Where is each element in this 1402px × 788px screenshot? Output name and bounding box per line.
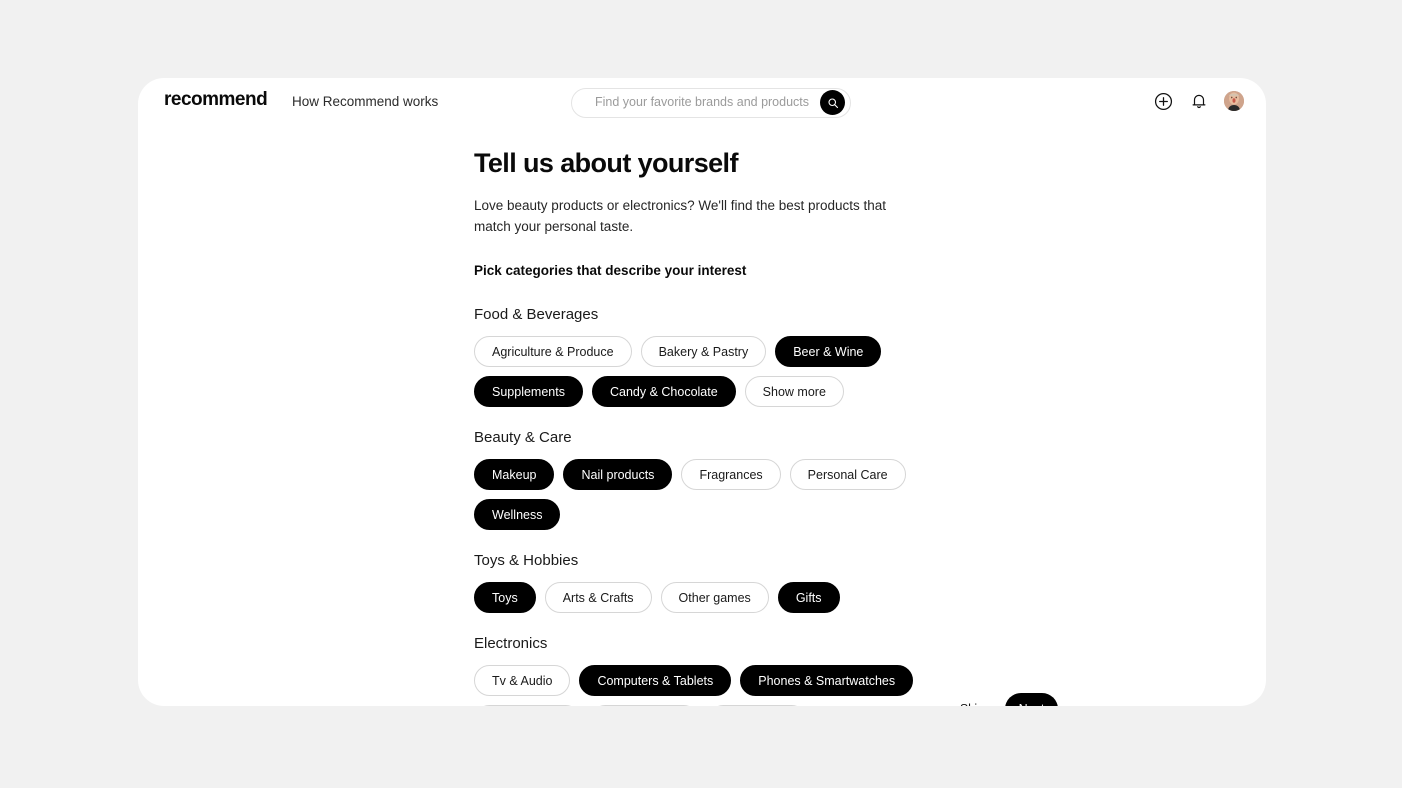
- chip-arts-crafts[interactable]: Arts & Crafts: [544, 582, 652, 614]
- app-logo[interactable]: recommend: [164, 89, 268, 111]
- chip-toys[interactable]: Toys: [474, 582, 536, 614]
- bell-icon: [1192, 94, 1206, 109]
- chip-bakery-pastry[interactable]: Bakery & Pastry: [640, 336, 767, 368]
- chip-other-games[interactable]: Other games: [660, 582, 769, 614]
- chip-gifts[interactable]: Gifts: [777, 582, 840, 614]
- user-avatar[interactable]: [1224, 91, 1244, 111]
- notifications-button[interactable]: [1188, 90, 1210, 112]
- chip-list: Makeup Nail products Fragrances Personal…: [474, 459, 929, 531]
- chip-personal-care[interactable]: Personal Care: [789, 459, 906, 491]
- add-button[interactable]: [1152, 90, 1174, 112]
- plus-circle-icon: [1154, 92, 1172, 110]
- category-title: Toys & Hobbies: [474, 552, 579, 570]
- chip-fragrances[interactable]: Fragrances: [681, 459, 781, 491]
- nav-how-recommend-works[interactable]: How Recommend works: [292, 94, 438, 109]
- onboarding-content: Tell us about yourself Love beauty produ…: [474, 148, 944, 706]
- page-subtitle: Love beauty products or electronics? We'…: [474, 198, 887, 234]
- chip-list: Tv & Audio Computers & Tablets Phones & …: [474, 665, 929, 706]
- chip-show-more-food[interactable]: Show more: [744, 376, 844, 408]
- category-title: Electronics: [474, 635, 548, 653]
- chip-photography[interactable]: Photography: [474, 705, 581, 706]
- category-group-beauty-care: Beauty & Care Makeup Nail products Fragr…: [474, 429, 944, 531]
- onboarding-action-bar: Skip Next: [948, 691, 1060, 706]
- chip-show-more-electronics[interactable]: Show more: [707, 705, 807, 706]
- chip-list: Toys Arts & Crafts Other games Gifts: [474, 582, 929, 614]
- chip-nail-products[interactable]: Nail products: [563, 459, 673, 491]
- chip-wellness[interactable]: Wellness: [474, 499, 561, 531]
- category-group-toys-hobbies: Toys & Hobbies Toys Arts & Crafts Other …: [474, 552, 944, 614]
- page-title: Tell us about yourself: [474, 148, 738, 178]
- category-title: Food & Beverages: [474, 306, 599, 324]
- chip-agriculture-produce[interactable]: Agriculture & Produce: [474, 336, 632, 368]
- app-card: recommend How Recommend works Find your …: [138, 78, 1266, 706]
- chip-list: Agriculture & Produce Bakery & Pastry Be…: [474, 336, 929, 408]
- skip-button[interactable]: Skip: [948, 692, 996, 706]
- category-group-food-beverages: Food & Beverages Agriculture & Produce B…: [474, 306, 944, 408]
- search-input[interactable]: [593, 88, 811, 116]
- chip-makeup[interactable]: Makeup: [474, 459, 555, 491]
- next-button[interactable]: Next: [1005, 693, 1058, 706]
- category-title: Beauty & Care: [474, 429, 572, 447]
- chip-computers-tablets[interactable]: Computers & Tablets: [579, 665, 732, 697]
- pick-categories-label: Pick categories that describe your inter…: [474, 263, 747, 279]
- category-group-electronics: Electronics Tv & Audio Computers & Table…: [474, 635, 944, 706]
- chip-candy-chocolate[interactable]: Candy & Chocolate: [591, 376, 736, 408]
- top-header-bar: recommend How Recommend works: [138, 78, 1266, 126]
- header-icon-group: [1152, 90, 1244, 112]
- avatar-image: [1224, 91, 1244, 111]
- chip-supplements[interactable]: Supplements: [474, 376, 583, 408]
- search-submit-button[interactable]: [820, 90, 845, 115]
- chip-tv-audio[interactable]: Tv & Audio: [474, 665, 571, 697]
- chip-video-games[interactable]: Video games: [589, 705, 699, 706]
- chip-phones-smartwatches[interactable]: Phones & Smartwatches: [740, 665, 914, 697]
- search-icon: [827, 97, 838, 108]
- chip-beer-wine[interactable]: Beer & Wine: [775, 336, 882, 368]
